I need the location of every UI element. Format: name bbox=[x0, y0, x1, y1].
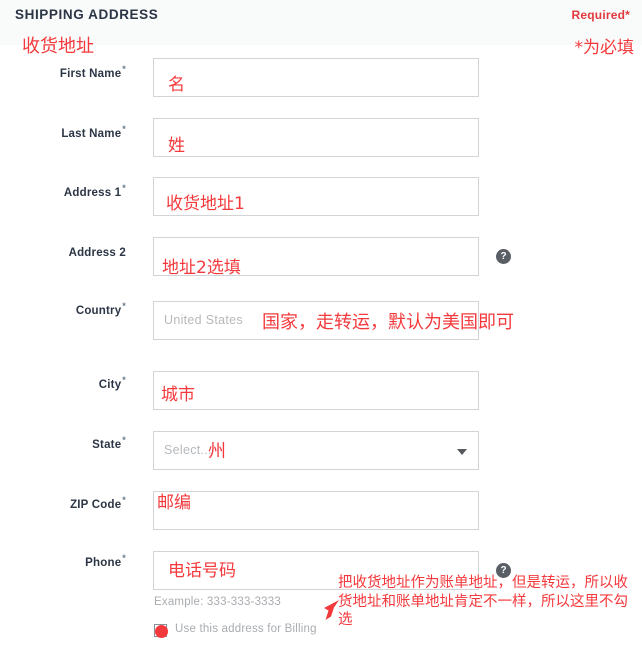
annotation-required: *为必填 bbox=[574, 38, 635, 58]
country-placeholder-text: United States bbox=[164, 313, 243, 327]
annotation-zip-code: 邮编 bbox=[157, 493, 191, 513]
required-asterisk: * bbox=[122, 435, 126, 446]
state-placeholder-text: Select... bbox=[164, 443, 212, 457]
annotation-country: 国家，走转运，默认为美国即可 bbox=[262, 312, 514, 333]
question-mark-icon-address-2[interactable]: ? bbox=[496, 249, 511, 264]
annotation-billing-note: 把收货地址作为账单地址，但是转运，所以收货地址和账单地址肯定不一样，所以这里不勾… bbox=[338, 575, 628, 629]
required-asterisk: * bbox=[122, 124, 126, 135]
annotation-arrow-icon bbox=[324, 600, 339, 620]
billing-checkbox-label: Use this address for Billing bbox=[175, 623, 317, 635]
label-country: Country* bbox=[75, 301, 126, 317]
label-address-2: Address 2 bbox=[68, 247, 126, 259]
label-state: State* bbox=[92, 435, 126, 451]
required-asterisk: * bbox=[122, 183, 126, 194]
annotation-city: 城市 bbox=[161, 385, 195, 405]
annotation-checkbox-highlight bbox=[155, 625, 168, 638]
input-first-name[interactable] bbox=[153, 58, 479, 97]
label-city: City* bbox=[98, 375, 126, 391]
phone-example-hint: Example: 333-333-3333 bbox=[154, 596, 281, 608]
chevron-down-icon[interactable] bbox=[457, 449, 467, 455]
input-city[interactable] bbox=[153, 371, 479, 410]
required-asterisk: * bbox=[122, 301, 126, 312]
input-zip-code[interactable] bbox=[153, 491, 479, 530]
label-zip-code: ZIP Code* bbox=[70, 495, 126, 511]
annotation-shipping-address: 收货地址 bbox=[22, 36, 94, 57]
required-asterisk: * bbox=[122, 495, 126, 506]
required-asterisk: * bbox=[122, 553, 126, 564]
annotation-first-name: 名 bbox=[168, 75, 185, 95]
annotation-last-name: 姓 bbox=[168, 136, 185, 156]
annotation-phone: 电话号码 bbox=[168, 561, 236, 581]
annotation-address-1: 收货地址1 bbox=[166, 194, 245, 214]
annotation-state: 州 bbox=[208, 441, 226, 462]
label-last-name: Last Name* bbox=[61, 124, 126, 140]
required-asterisk: * bbox=[122, 375, 126, 386]
select-state[interactable]: Select... bbox=[153, 431, 479, 470]
label-phone: Phone* bbox=[85, 553, 126, 569]
annotation-address-2: 地址2选填 bbox=[162, 258, 241, 278]
input-last-name[interactable] bbox=[153, 118, 479, 157]
label-address-1: Address 1* bbox=[63, 183, 126, 199]
required-asterisk: * bbox=[122, 64, 126, 75]
label-first-name: First Name* bbox=[59, 64, 126, 80]
